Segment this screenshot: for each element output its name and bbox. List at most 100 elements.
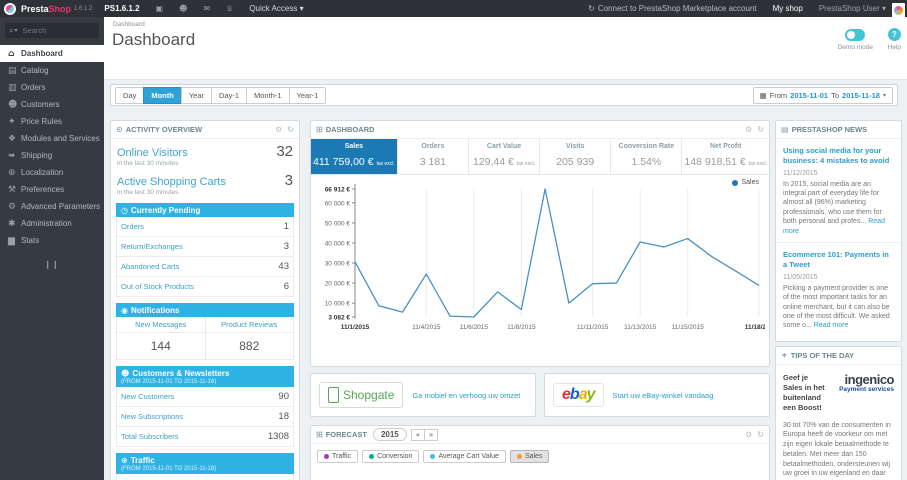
period-day-1-button[interactable]: Day-1 <box>211 86 248 104</box>
row-label[interactable]: New Customers <box>121 392 174 401</box>
sidebar-item-label: Shipping <box>21 151 53 160</box>
table-row[interactable]: Out of Stock Products 6 <box>116 277 294 297</box>
my-shop-link[interactable]: My shop <box>773 4 803 13</box>
date-range-button[interactable]: ▦ From 2015-11-01 To 2015-11-18 ▾ <box>752 86 893 104</box>
sidebar-item-advanced-parameters[interactable]: ⚙ Advanced Parameters <box>0 198 104 215</box>
gear-icon[interactable]: ⚙ <box>745 125 752 134</box>
row-label[interactable]: Orders <box>121 222 144 231</box>
marketplace-link[interactable]: ↻ Connect to PrestaShop Marketplace accou… <box>588 4 756 13</box>
sidebar-item-modules[interactable]: ❖ Modules and Services <box>0 130 104 147</box>
period-year-button[interactable]: Year <box>180 86 212 104</box>
google-analytics-link[interactable]: ▰Link to your Google Analytics account <box>116 474 294 480</box>
table-row[interactable]: New Subscriptions 18 <box>116 407 294 427</box>
forecast-panel: ⊞ FORECAST 2015 « » ⚙ ↻ Traffic Conversio… <box>310 425 770 480</box>
table-row[interactable]: Orders 1 <box>116 217 294 237</box>
new-messages-cell[interactable]: New Messages 144 <box>117 317 205 359</box>
cart-icon[interactable]: ▣ <box>156 4 164 13</box>
kpi-orders[interactable]: Orders 3 181 <box>398 139 469 174</box>
period-month-button[interactable]: Month <box>143 86 182 104</box>
svg-text:40 000 €: 40 000 € <box>325 240 351 247</box>
row-label[interactable]: Return/Exchanges <box>121 242 183 251</box>
panel-title: FORECAST <box>325 430 367 439</box>
ebay-letter: b <box>569 386 580 403</box>
ingenico-logo-text: ingenico <box>844 372 895 387</box>
kpi-net-profit[interactable]: Net Profit 148 918,51 € tax excl. <box>682 139 769 174</box>
help-icon[interactable]: ? <box>887 28 901 41</box>
quick-access-menu[interactable]: Quick Access ▾ <box>249 4 303 13</box>
period-month-1-button[interactable]: Month-1 <box>246 86 290 104</box>
svg-text:3 082 €: 3 082 € <box>328 315 350 322</box>
chart-legend[interactable]: Sales <box>732 179 759 186</box>
cell-label: New Messages <box>117 317 205 333</box>
activity-overview-header: ⊙ ACTIVITY OVERVIEW ⚙ ↻ <box>111 121 299 139</box>
user-menu[interactable]: PrestaShop User ▾ <box>819 4 886 13</box>
forecast-conversion-toggle[interactable]: Conversion <box>362 450 420 463</box>
shopgate-link[interactable]: Ga mobiel en verhoog uw omzet <box>412 391 520 400</box>
row-label[interactable]: Out of Stock Products <box>121 282 194 291</box>
sidebar-search[interactable]: ⌕ ▾ <box>5 23 99 38</box>
product-reviews-cell[interactable]: Product Reviews 882 <box>204 317 293 359</box>
gear-icon[interactable]: ⚙ <box>275 125 282 134</box>
chevron-down-icon: ▾ <box>882 91 886 99</box>
sidebar-item-administration[interactable]: ✱ Administration <box>0 215 104 232</box>
period-year-1-button[interactable]: Year-1 <box>288 86 327 104</box>
gear-icon[interactable]: ⚙ <box>745 430 752 439</box>
row-value: 3 <box>283 241 289 252</box>
article-title-link[interactable]: Using social media for your business: 4 … <box>783 146 894 166</box>
sidebar-item-shipping[interactable]: ➠ Shipping <box>0 147 104 164</box>
row-label[interactable]: New Subscriptions <box>121 412 183 421</box>
sidebar-item-dashboard[interactable]: ⌂ Dashboard <box>0 45 104 62</box>
period-button-group: Day Month Year Day-1 Month-1 Year-1 <box>115 86 327 104</box>
row-label[interactable]: Total Subscribers <box>121 432 179 441</box>
demo-mode-toggle[interactable] <box>845 29 866 41</box>
forecast-next-button[interactable]: » <box>424 428 439 441</box>
sidebar-item-orders[interactable]: ▥ Orders <box>0 79 104 96</box>
article-title-link[interactable]: Ecommerce 101: Payments in a Tweet <box>783 250 894 270</box>
sidebar-item-preferences[interactable]: ⚒ Preferences <box>0 181 104 198</box>
profile-icon[interactable]: ☻ <box>179 4 187 13</box>
sidebar-item-localization[interactable]: ⊕ Localization <box>0 164 104 181</box>
forecast-traffic-toggle[interactable]: Traffic <box>317 450 359 463</box>
sidebar-item-label: Localization <box>21 168 64 177</box>
panel-title: DASHBOARD <box>325 125 375 134</box>
sidebar-collapse-icon[interactable]: ❙❙ <box>0 260 104 269</box>
refresh-icon[interactable]: ↻ <box>287 125 294 134</box>
search-input[interactable] <box>20 25 95 36</box>
forecast-sales-toggle[interactable]: Sales <box>509 450 550 463</box>
read-more-link[interactable]: Read more <box>814 322 849 329</box>
cell-value: 144 <box>150 339 171 353</box>
active-carts-link[interactable]: Active Shopping Carts <box>117 176 226 188</box>
forecast-prev-button[interactable]: « <box>410 428 426 441</box>
ebay-link[interactable]: Start uw eBay-winkel vandaag <box>613 391 714 400</box>
date-from-label: From <box>769 90 788 100</box>
cell-label: Product Reviews <box>205 317 293 333</box>
lightbulb-icon: ✦ <box>781 351 788 360</box>
svg-text:11/13/2015: 11/13/2015 <box>624 324 656 331</box>
table-row[interactable]: Total Subscribers 1308 <box>116 427 294 447</box>
refresh-icon[interactable]: ↻ <box>757 125 764 134</box>
trophy-icon[interactable]: ♕ <box>226 4 233 13</box>
sidebar-item-stats[interactable]: ▆ Stats <box>0 232 104 249</box>
period-day-button[interactable]: Day <box>115 86 145 104</box>
online-visitors-link[interactable]: Online Visitors <box>117 147 188 159</box>
table-row[interactable]: Abandoned Carts 43 <box>116 257 294 277</box>
forecast-avg-cart-toggle[interactable]: Average Cart Value <box>423 450 506 463</box>
article-date: 11/05/2015 <box>783 273 818 281</box>
kpi-label: Visits <box>565 143 585 150</box>
sidebar-item-catalog[interactable]: ▤ Catalog <box>0 62 104 79</box>
sidebar-item-customers[interactable]: ☻ Customers <box>0 96 104 113</box>
catalog-icon: ▤ <box>8 65 17 76</box>
kpi-visits[interactable]: Visits 205 939 <box>540 139 612 174</box>
table-row[interactable]: New Customers 90 <box>116 387 294 407</box>
messages-icon[interactable]: ✉ <box>203 4 210 13</box>
kpi-conversion-rate[interactable]: Conversion Rate 1.54% <box>611 139 683 174</box>
refresh-icon[interactable]: ↻ <box>757 430 764 439</box>
user-avatar[interactable] <box>892 3 905 18</box>
table-row[interactable]: Return/Exchanges 3 <box>116 237 294 257</box>
row-label[interactable]: Abandoned Carts <box>121 262 179 271</box>
kpi-sales[interactable]: Sales 411 759,00 € tax excl. <box>311 139 398 174</box>
kpi-value: 148 918,51 € <box>684 156 746 168</box>
brand-name: PrestaShop <box>21 4 71 14</box>
kpi-cart-value[interactable]: Cart Value 129,44 € tax excl. <box>469 139 541 174</box>
sidebar-item-price-rules[interactable]: ✦ Price Rules <box>0 113 104 130</box>
